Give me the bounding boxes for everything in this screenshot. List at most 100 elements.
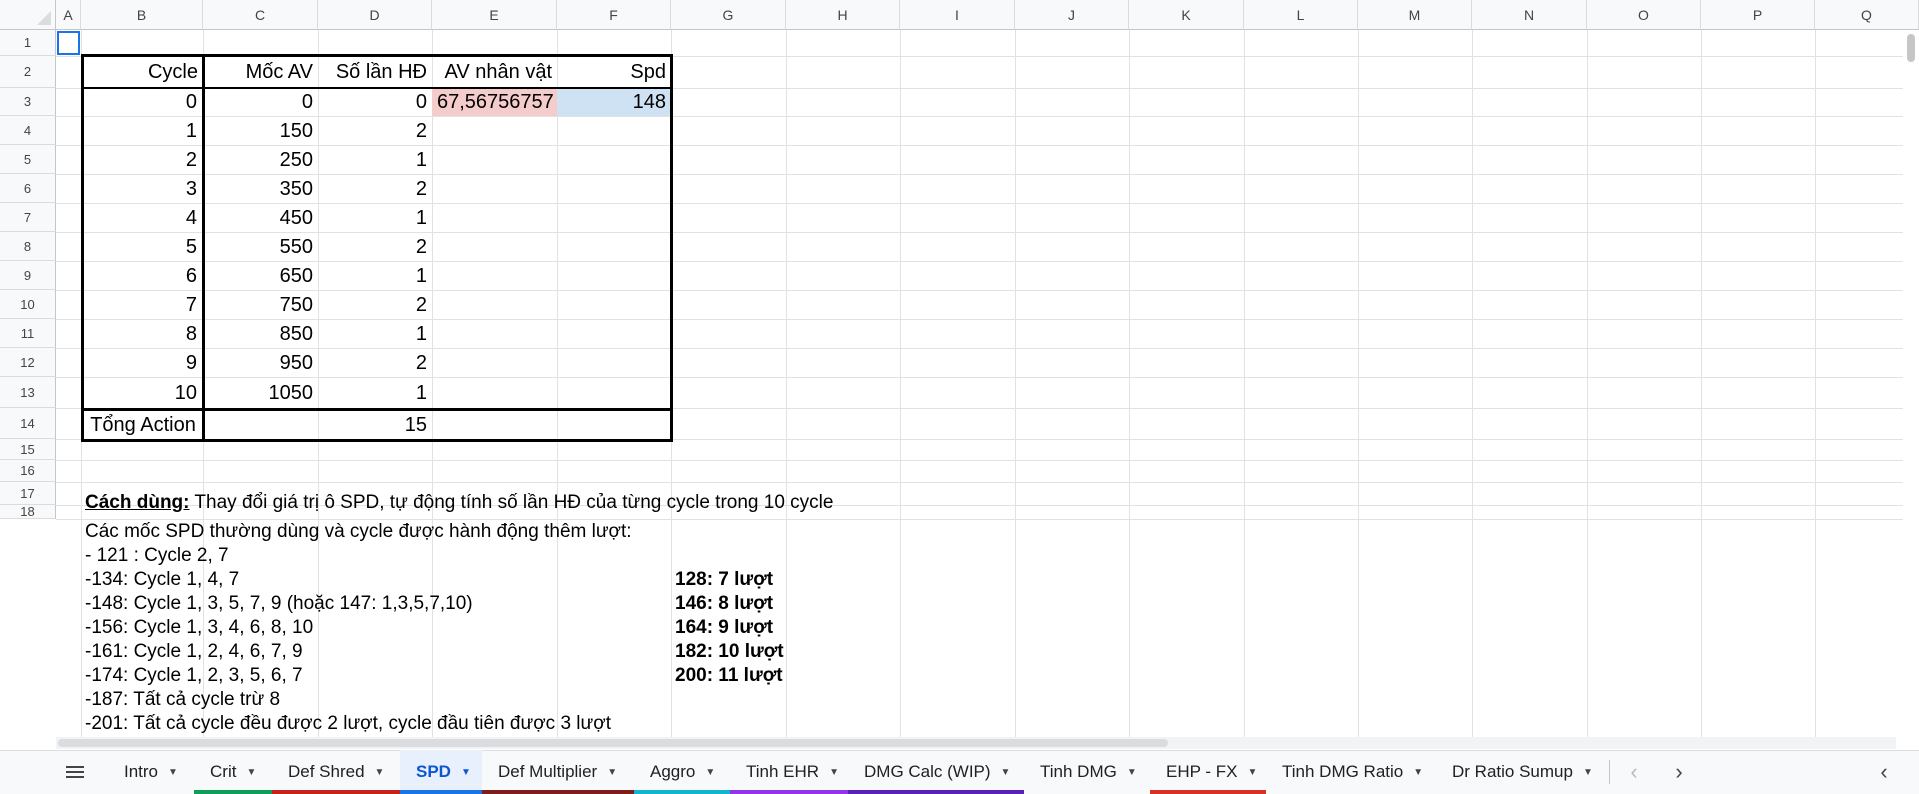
cycle-value[interactable]: 3: [84, 174, 202, 203]
column-header[interactable]: J: [1015, 0, 1129, 30]
chevron-down-icon[interactable]: ▼: [1413, 767, 1423, 778]
moc-av-value[interactable]: 650: [205, 261, 318, 290]
header-av-nhan-vat[interactable]: AV nhân vật: [432, 56, 557, 87]
sheet-tab[interactable]: Tinh DMG ▼: [1024, 750, 1150, 794]
moc-av-value[interactable]: 1050: [205, 377, 318, 408]
sheet-tab[interactable]: Tinh EHR ▼: [730, 750, 848, 794]
column-header[interactable]: A: [56, 0, 81, 30]
moc-av-value[interactable]: 450: [205, 203, 318, 232]
column-header[interactable]: N: [1472, 0, 1587, 30]
column-header[interactable]: H: [786, 0, 900, 30]
moc-av-value[interactable]: 0: [205, 88, 318, 116]
so-lan-hd-value[interactable]: 2: [318, 116, 432, 145]
row-header[interactable]: 10: [0, 290, 56, 319]
so-lan-hd-value[interactable]: 1: [318, 203, 432, 232]
sheet-tab[interactable]: Intro ▼: [108, 750, 194, 794]
chevron-right-icon[interactable]: ›: [1665, 750, 1693, 794]
column-header[interactable]: M: [1358, 0, 1472, 30]
so-lan-hd-value[interactable]: 2: [318, 290, 432, 319]
column-header[interactable]: O: [1587, 0, 1701, 30]
selected-cell-a1[interactable]: [57, 31, 80, 55]
cycle-value[interactable]: 4: [84, 203, 202, 232]
cycle-value[interactable]: 6: [84, 261, 202, 290]
so-lan-hd-value[interactable]: 2: [318, 232, 432, 261]
cycle-value[interactable]: 9: [84, 348, 202, 377]
chevron-down-icon[interactable]: ▼: [246, 767, 256, 778]
so-lan-hd-value[interactable]: 0: [318, 88, 432, 116]
header-spd[interactable]: Spd: [557, 56, 671, 87]
so-lan-hd-value[interactable]: 1: [318, 377, 432, 408]
row-header[interactable]: 15: [0, 439, 56, 460]
moc-av-value[interactable]: 250: [205, 145, 318, 174]
moc-av-value[interactable]: 150: [205, 116, 318, 145]
column-header[interactable]: P: [1701, 0, 1815, 30]
row-header[interactable]: 5: [0, 145, 56, 174]
spreadsheet-grid[interactable]: ABCDEFGHIJKLMNOPQ 1 2 3 4 5 6 7 8 9 10 11 12 13 14 15 1…: [0, 0, 1919, 740]
row-header[interactable]: 7: [0, 203, 56, 232]
cycle-value[interactable]: 0: [84, 88, 202, 116]
chevron-down-icon[interactable]: ▼: [1127, 767, 1137, 778]
collapse-icon[interactable]: ‹: [1870, 750, 1898, 794]
moc-av-value[interactable]: 750: [205, 290, 318, 319]
total-action-value[interactable]: 15: [318, 410, 432, 440]
so-lan-hd-value[interactable]: 1: [318, 261, 432, 290]
row-header[interactable]: 6: [0, 174, 56, 203]
row-header[interactable]: 12: [0, 348, 56, 377]
column-header[interactable]: D: [318, 0, 432, 30]
moc-av-value[interactable]: 850: [205, 319, 318, 348]
header-moc-av[interactable]: Mốc AV: [203, 56, 318, 87]
chevron-down-icon[interactable]: ▼: [1583, 767, 1593, 778]
moc-av-value[interactable]: 950: [205, 348, 318, 377]
cycle-value[interactable]: 8: [84, 319, 202, 348]
row-header[interactable]: 16: [0, 460, 56, 482]
horizontal-scroll-thumb[interactable]: [58, 739, 1168, 747]
chevron-down-icon[interactable]: ▼: [607, 767, 617, 778]
cycle-value[interactable]: 10: [84, 377, 202, 408]
row-header[interactable]: 11: [0, 319, 56, 348]
usage-note[interactable]: Cách dùng: Thay đổi giá trị ô SPD, tự độ…: [85, 491, 833, 515]
header-so-lan-hd[interactable]: Số lần HĐ: [318, 56, 432, 87]
row-header[interactable]: 14: [0, 408, 56, 439]
so-lan-hd-value[interactable]: 1: [318, 145, 432, 174]
sheet-tab[interactable]: Tinh DMG Ratio ▼: [1266, 750, 1436, 794]
all-sheets-menu-button[interactable]: [62, 750, 88, 794]
chevron-down-icon[interactable]: ▼: [168, 767, 178, 778]
sheet-tab[interactable]: SPD ▼: [400, 750, 482, 794]
chevron-down-icon[interactable]: ▼: [1247, 767, 1257, 778]
total-action-label[interactable]: Tổng Action: [83, 410, 203, 440]
moc-av-value[interactable]: 550: [205, 232, 318, 261]
row-header[interactable]: 18: [0, 504, 56, 519]
column-header[interactable]: E: [432, 0, 557, 30]
row-header[interactable]: 3: [0, 88, 56, 116]
sheet-tab[interactable]: DMG Calc (WIP) ▼: [848, 750, 1024, 794]
column-header[interactable]: L: [1244, 0, 1358, 30]
column-header[interactable]: Q: [1815, 0, 1919, 30]
chevron-left-icon[interactable]: ‹: [1620, 750, 1648, 794]
select-all-corner[interactable]: [0, 0, 56, 30]
chevron-down-icon[interactable]: ▼: [1001, 767, 1011, 778]
so-lan-hd-value[interactable]: 2: [318, 174, 432, 203]
row-header[interactable]: 1: [0, 30, 56, 56]
row-header[interactable]: 8: [0, 232, 56, 261]
column-header[interactable]: I: [900, 0, 1015, 30]
vertical-scroll-thumb[interactable]: [1907, 34, 1915, 62]
so-lan-hd-value[interactable]: 1: [318, 319, 432, 348]
row-header[interactable]: 13: [0, 377, 56, 408]
sheet-tab[interactable]: Def Shred ▼: [272, 750, 400, 794]
horizontal-scrollbar[interactable]: [56, 737, 1896, 749]
column-header[interactable]: B: [81, 0, 203, 30]
column-header[interactable]: F: [557, 0, 671, 30]
column-header[interactable]: K: [1129, 0, 1244, 30]
row-header[interactable]: 17: [0, 482, 56, 505]
column-header[interactable]: G: [671, 0, 786, 30]
chevron-down-icon[interactable]: ▼: [829, 767, 839, 778]
sheet-tab[interactable]: Aggro ▼: [634, 750, 730, 794]
so-lan-hd-value[interactable]: 2: [318, 348, 432, 377]
header-cycle[interactable]: Cycle: [81, 56, 203, 87]
moc-av-value[interactable]: 350: [205, 174, 318, 203]
sheet-tab[interactable]: Dr Ratio Sumup ▼: [1436, 750, 1606, 794]
cycle-value[interactable]: 5: [84, 232, 202, 261]
sheet-tab[interactable]: EHP - FX ▼: [1150, 750, 1266, 794]
column-header[interactable]: C: [203, 0, 318, 30]
av-nhan-vat-value[interactable]: 67,56756757: [432, 88, 557, 116]
